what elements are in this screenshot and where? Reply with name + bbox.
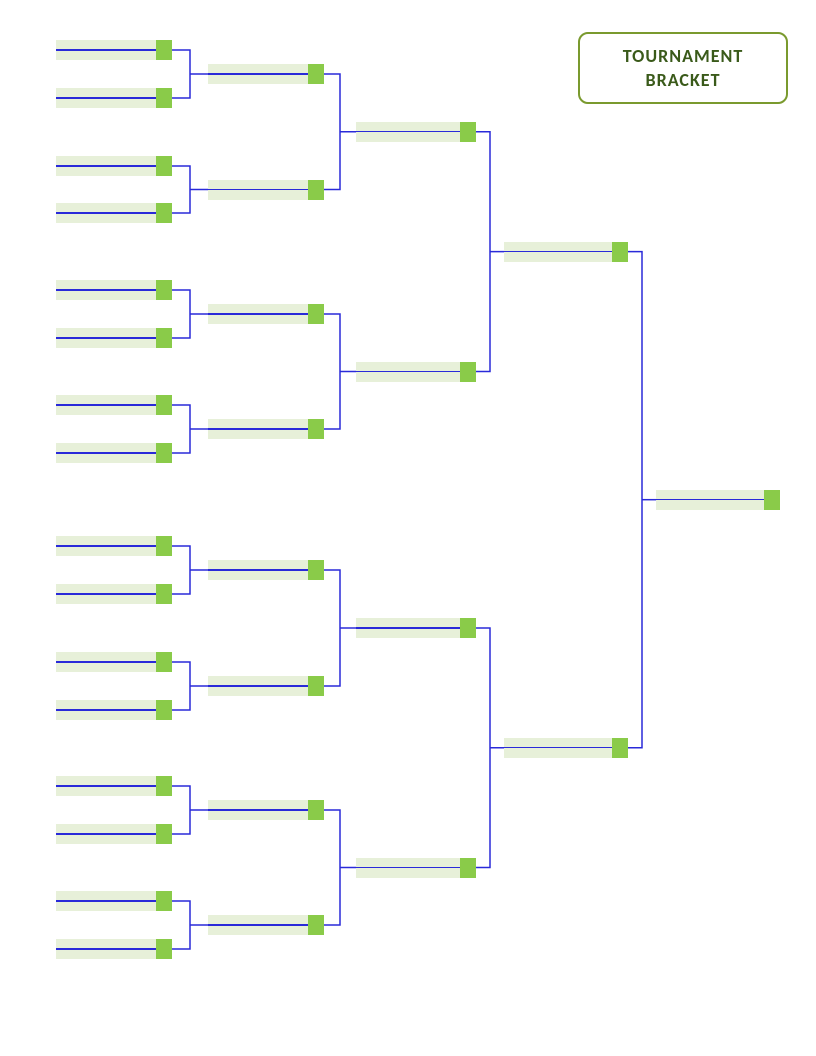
slot-line	[504, 251, 628, 253]
slot-line	[56, 49, 172, 51]
slot-score-box	[156, 40, 172, 60]
slot-score-box	[156, 652, 172, 672]
slot-line	[356, 131, 476, 133]
slot-line	[56, 452, 172, 454]
bracket-slot-r1-7[interactable]	[56, 443, 172, 463]
slot-line	[356, 867, 476, 869]
bracket-slot-r4-1[interactable]	[504, 738, 628, 758]
slot-score-box	[156, 395, 172, 415]
bracket-slot-r2-6[interactable]	[208, 800, 324, 820]
slot-line	[56, 661, 172, 663]
slot-score-box	[156, 891, 172, 911]
slot-score-box	[156, 776, 172, 796]
slot-score-box	[156, 203, 172, 223]
slot-line	[208, 569, 324, 571]
bracket-slot-r1-4[interactable]	[56, 280, 172, 300]
slot-line	[504, 747, 628, 749]
bracket-slot-r1-6[interactable]	[56, 395, 172, 415]
bracket-slot-r1-0[interactable]	[56, 40, 172, 60]
title-box: TOURNAMENT BRACKET	[578, 32, 788, 104]
slot-line	[56, 709, 172, 711]
slot-line	[208, 313, 324, 315]
slot-score-box	[460, 618, 476, 638]
slot-score-box	[764, 490, 780, 510]
slot-score-box	[460, 858, 476, 878]
slot-line	[56, 212, 172, 214]
slot-score-box	[308, 304, 324, 324]
slot-line	[56, 900, 172, 902]
bracket-slot-r3-2[interactable]	[356, 618, 476, 638]
bracket-slot-r1-11[interactable]	[56, 700, 172, 720]
slot-score-box	[612, 738, 628, 758]
slot-score-box	[460, 362, 476, 382]
slot-score-box	[308, 64, 324, 84]
bracket-slot-r1-13[interactable]	[56, 824, 172, 844]
bracket-slot-r5-0[interactable]	[656, 490, 780, 510]
slot-line	[56, 165, 172, 167]
bracket-slot-r2-5[interactable]	[208, 676, 324, 696]
slot-line	[208, 189, 324, 191]
bracket-slot-r2-1[interactable]	[208, 180, 324, 200]
slot-score-box	[308, 915, 324, 935]
slot-score-box	[460, 122, 476, 142]
slot-line	[56, 97, 172, 99]
bracket-slot-r1-3[interactable]	[56, 203, 172, 223]
slot-line	[208, 685, 324, 687]
bracket-slot-r3-3[interactable]	[356, 858, 476, 878]
bracket-slot-r1-5[interactable]	[56, 328, 172, 348]
bracket-slot-r1-8[interactable]	[56, 536, 172, 556]
slot-line	[208, 73, 324, 75]
slot-score-box	[308, 419, 324, 439]
slot-line	[56, 545, 172, 547]
slot-score-box	[156, 88, 172, 108]
bracket-slot-r1-12[interactable]	[56, 776, 172, 796]
slot-score-box	[156, 280, 172, 300]
slot-score-box	[308, 560, 324, 580]
slot-line	[56, 337, 172, 339]
bracket-slot-r1-2[interactable]	[56, 156, 172, 176]
slot-line	[208, 809, 324, 811]
slot-line	[56, 785, 172, 787]
slot-score-box	[156, 443, 172, 463]
slot-line	[56, 833, 172, 835]
slot-line	[56, 948, 172, 950]
slot-line	[56, 289, 172, 291]
slot-line	[208, 924, 324, 926]
slot-score-box	[156, 156, 172, 176]
slot-score-box	[308, 800, 324, 820]
bracket-slot-r2-7[interactable]	[208, 915, 324, 935]
slot-score-box	[156, 824, 172, 844]
bracket-slot-r1-9[interactable]	[56, 584, 172, 604]
slot-line	[56, 593, 172, 595]
slot-line	[356, 627, 476, 629]
slot-line	[356, 371, 476, 373]
slot-score-box	[156, 700, 172, 720]
slot-score-box	[156, 328, 172, 348]
bracket-slot-r2-0[interactable]	[208, 64, 324, 84]
slot-score-box	[612, 242, 628, 262]
bracket-slot-r1-15[interactable]	[56, 939, 172, 959]
slot-score-box	[156, 536, 172, 556]
title-line-2: BRACKET	[646, 68, 721, 92]
bracket-slot-r3-0[interactable]	[356, 122, 476, 142]
bracket-slot-r3-1[interactable]	[356, 362, 476, 382]
slot-score-box	[156, 939, 172, 959]
title-line-1: TOURNAMENT	[623, 44, 744, 68]
bracket-slot-r2-4[interactable]	[208, 560, 324, 580]
bracket-slot-r2-3[interactable]	[208, 419, 324, 439]
slot-line	[656, 499, 780, 501]
bracket-slot-r1-14[interactable]	[56, 891, 172, 911]
bracket-slot-r1-10[interactable]	[56, 652, 172, 672]
bracket-slot-r2-2[interactable]	[208, 304, 324, 324]
bracket-slot-r4-0[interactable]	[504, 242, 628, 262]
slot-score-box	[308, 180, 324, 200]
slot-line	[208, 428, 324, 430]
bracket-slot-r1-1[interactable]	[56, 88, 172, 108]
slot-line	[56, 404, 172, 406]
slot-score-box	[156, 584, 172, 604]
slot-score-box	[308, 676, 324, 696]
